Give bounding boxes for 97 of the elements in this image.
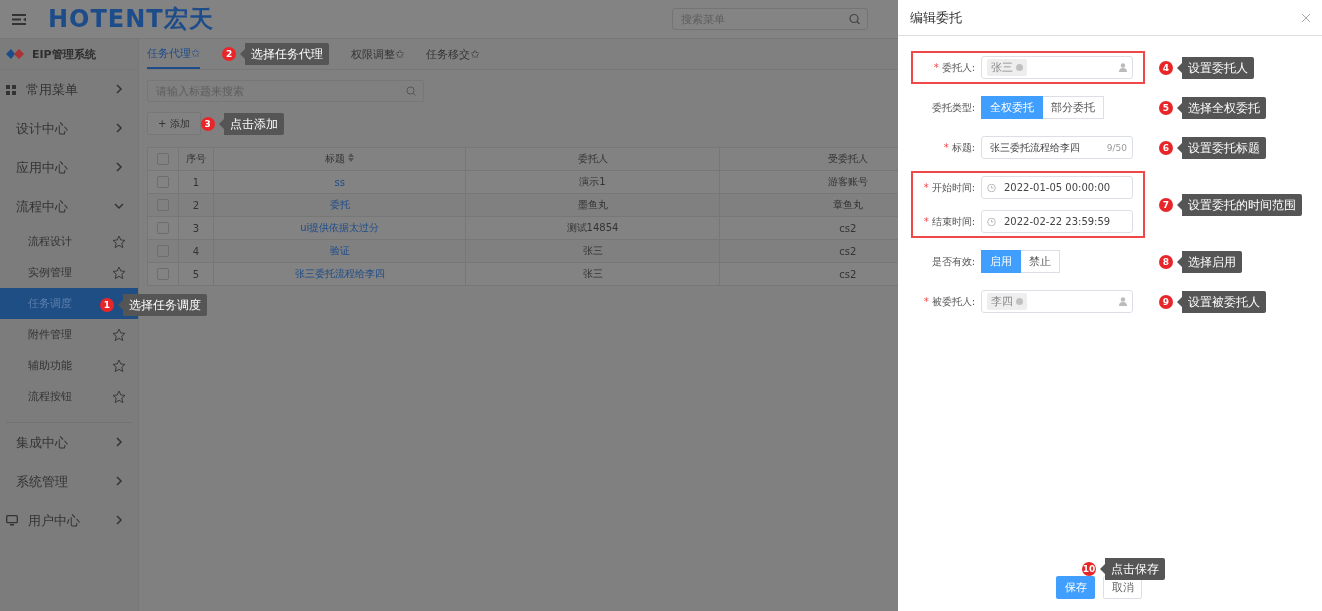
table-cell: 4 [178,239,214,263]
chevron-icon [114,162,124,172]
chevron-icon [114,201,124,211]
menu-item[interactable]: 流程设计 [0,226,138,257]
title-link[interactable]: 验证 [213,239,466,263]
tab[interactable]: 任务代理✩ [147,39,201,69]
table-cell: 张三 [465,239,720,263]
segment-option[interactable]: 部分委托 [1043,96,1104,119]
tooltip: 点击添加 [218,112,284,135]
segment-option[interactable]: 禁止 [1021,250,1060,273]
step-badge: 9 [1159,294,1173,309]
tab[interactable]: 任务移交✩ [426,39,480,69]
step-badge: 4 [1159,60,1173,75]
tooltip: 点击保存 [1100,558,1165,580]
chevron-icon [114,515,124,525]
tooltip: 设置委托的时间范围 [1177,193,1302,216]
user-icon [1119,297,1127,306]
clock-icon [987,217,996,226]
grid-icon [6,84,16,95]
clear-icon[interactable] [1016,298,1023,305]
tooltip: 选择全权委托 [1177,96,1266,119]
title-link[interactable]: ui提供依据太过分 [213,216,466,240]
tooltip: 选择任务代理 [240,43,330,65]
search-icon[interactable] [406,86,416,96]
logo: HOTENT宏天 [48,4,214,35]
star-icon[interactable] [112,234,126,249]
menu-group[interactable]: 用户中心 [0,501,138,540]
required-mark: * [923,181,929,193]
chevron-icon [114,437,124,447]
user-icon [1119,63,1127,72]
menu-item[interactable]: 实例管理 [0,257,138,288]
search-icon[interactable] [849,13,860,25]
sort-icon[interactable] [348,153,355,162]
star-icon[interactable] [112,358,126,373]
char-counter: 9/50 [1106,142,1127,153]
table-cell: 测试14854 [465,216,720,240]
menu-group[interactable]: 系统管理 [0,462,138,501]
tab[interactable]: 权限调整✩ [351,39,405,69]
system-title: EIP管理系统 [32,46,96,62]
datetime-field[interactable]: 2022-02-22 23:59:59 [981,210,1133,233]
segment-option[interactable]: 启用 [981,250,1021,273]
title-link[interactable]: ss [213,170,466,194]
field-label: 结束时间: [931,215,975,227]
monitor-icon [6,515,18,526]
segment-option[interactable]: 全权委托 [981,96,1043,119]
menu-group[interactable]: 常用菜单 [0,70,138,109]
step-badge: 10 [1082,562,1096,576]
tooltip: 设置委托人 [1177,56,1254,79]
chevron-icon [114,476,124,486]
step-badge: 7 [1159,197,1173,212]
tooltip: 选择任务调度 [118,294,207,316]
star-icon[interactable] [112,327,126,342]
column-header: 序号 [178,147,214,171]
menu-icon[interactable] [12,13,26,25]
column-header: 委托人 [465,147,720,171]
step-badge: 5 [1159,100,1173,115]
step-badge: 8 [1159,254,1173,269]
step-badge: 6 [1159,140,1173,155]
menu-item[interactable]: 流程按钮 [0,381,138,412]
datetime-field[interactable]: 2022-01-05 00:00:00 [981,176,1133,199]
menu-group[interactable]: 应用中心 [0,148,138,187]
star-icon[interactable] [112,265,126,280]
field-label: 开始时间: [931,181,975,193]
save-button[interactable]: 保存 [1056,576,1095,599]
add-button[interactable]: + 添加 [147,112,201,135]
table-cell: 2 [178,193,214,217]
tooltip: 设置委托标题 [1177,136,1266,159]
tooltip: 设置被委托人 [1177,290,1266,313]
drawer-title: 编辑委托 [910,8,963,27]
clock-icon [987,183,996,192]
field-label: 委托类型: [931,101,975,113]
table-cell: 张三 [465,262,720,286]
step-badge: 1 [100,298,114,312]
clear-icon[interactable] [1016,64,1023,71]
menu-group[interactable]: 集成中心 [0,423,138,462]
menu-item[interactable]: 辅助功能 [0,350,138,381]
menu-group[interactable]: 流程中心 [0,187,138,226]
user-picker[interactable]: 李四 [981,290,1133,313]
chevron-icon [114,84,124,94]
close-icon[interactable] [1302,13,1310,22]
diamond-logo-icon [6,49,24,59]
star-icon[interactable] [112,389,126,404]
tooltip: 选择启用 [1177,250,1242,273]
menu-group[interactable]: 设计中心 [0,109,138,148]
required-mark: * [923,295,929,307]
title-link[interactable]: 委托 [213,193,466,217]
title-link[interactable]: 张三委托流程给李四 [213,262,466,286]
required-mark: * [933,61,939,73]
step-badge: 2 [222,47,237,61]
field-label: 委托人: [941,61,975,73]
field-label: 被委托人: [931,295,975,307]
required-mark: * [923,215,929,227]
menu-item[interactable]: 附件管理 [0,319,138,350]
table-cell: 演示1 [465,170,720,194]
table-cell: 墨鱼丸 [465,193,720,217]
chevron-icon [114,123,124,133]
column-header: 标题 [213,147,466,171]
